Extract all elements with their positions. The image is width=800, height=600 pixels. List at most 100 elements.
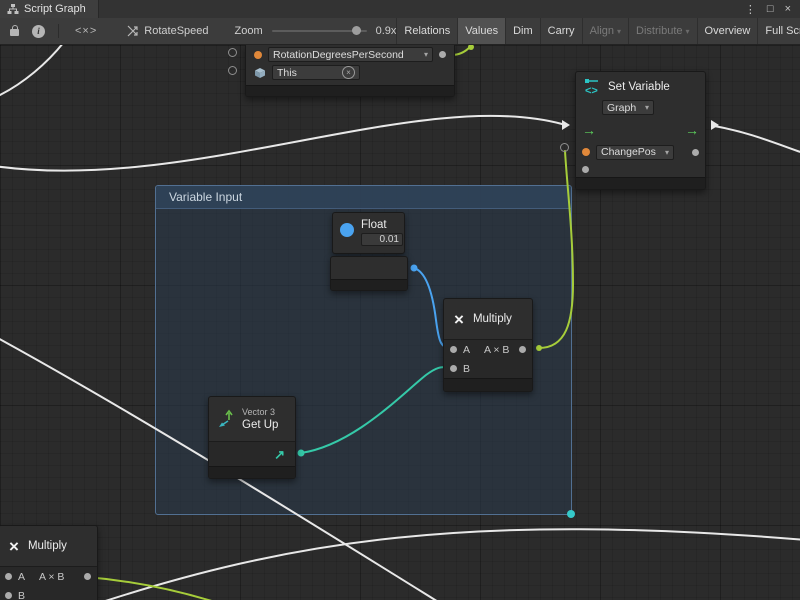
script-graph-icon <box>7 3 19 15</box>
node-float[interactable]: Float 0.01 <box>332 212 405 254</box>
window-controls: ⋮ □ × <box>745 3 800 16</box>
variable-name-dropdown[interactable]: ChangePos ▾ <box>596 145 674 160</box>
node-get-variable[interactable]: RotationDegreesPerSecond ▾ This × <box>245 45 455 97</box>
value-input-port[interactable] <box>560 143 569 152</box>
node-get-up[interactable]: Vector 3 Get Up ↗ <box>208 396 296 479</box>
group-resize-handle[interactable] <box>567 510 575 518</box>
close-icon[interactable]: × <box>785 3 791 16</box>
variable-row: RotationDegreesPerSecond ▾ <box>254 47 446 62</box>
distribute-button[interactable]: Distribute ▾ <box>628 18 696 45</box>
gameobject-cube-icon <box>254 67 266 79</box>
target-field[interactable]: This × <box>272 65 360 80</box>
variable-scope-dropdown[interactable]: Graph ▾ <box>602 100 654 115</box>
variable-port-icon[interactable] <box>254 51 262 59</box>
node-body <box>331 257 407 279</box>
maximize-icon[interactable]: □ <box>767 3 774 16</box>
set-variable-icon: <> <box>584 78 602 96</box>
port-a-label: A <box>18 571 25 583</box>
node-footer <box>209 466 295 478</box>
node-set-variable[interactable]: <> Set Variable Graph ▾ → → ChangePos ▾ <box>575 71 706 190</box>
variable-name-label: ChangePos <box>601 146 656 158</box>
variable-name-dropdown[interactable]: RotationDegreesPerSecond ▾ <box>268 47 433 62</box>
graph-toolbar: i <×> RotateSpeed Zoom 0.9x Relations Va… <box>0 18 800 45</box>
graph-asset-icon <box>127 25 139 37</box>
input-port-b[interactable] <box>450 365 457 372</box>
node-float-body[interactable] <box>330 256 408 291</box>
port-b-label: B <box>463 363 470 375</box>
values-button[interactable]: Values <box>457 18 505 45</box>
node-multiply[interactable]: × Multiply A A × B B <box>443 298 533 392</box>
node-header: Vector 3 Get Up <box>209 397 295 441</box>
node-body: ↗ <box>209 441 295 466</box>
multiply-icon: × <box>9 538 19 555</box>
info-glyph: i <box>37 26 40 36</box>
node-ports: A A × B B <box>0 566 97 600</box>
flow-in-arrow-icon[interactable]: → <box>582 123 596 137</box>
port-row-a: A A × B <box>0 567 97 586</box>
output-label: A × B <box>484 344 509 356</box>
lock-icon[interactable] <box>10 29 19 36</box>
output-port[interactable] <box>692 149 699 156</box>
caret-down-icon: ▾ <box>617 27 621 36</box>
align-button[interactable]: Align ▾ <box>582 18 628 45</box>
input-row <box>576 161 705 177</box>
tab-script-graph[interactable]: Script Graph <box>0 0 99 18</box>
dim-button[interactable]: Dim <box>505 18 540 45</box>
node-body: RotationDegreesPerSecond ▾ This × <box>246 45 454 85</box>
input-port-a[interactable] <box>450 346 457 353</box>
flow-input-port[interactable] <box>562 120 570 130</box>
output-port[interactable] <box>439 51 446 58</box>
carry-button[interactable]: Carry <box>540 18 582 45</box>
vector3-axes-icon <box>216 409 236 429</box>
node-multiply-2[interactable]: × Multiply A A × B B <box>0 525 98 600</box>
port-row-a: A A × B <box>444 340 532 359</box>
flow-out-arrow-icon[interactable]: → <box>685 123 699 137</box>
vector-output-port-icon[interactable]: ↗ <box>274 448 285 461</box>
variable-value-row: ChangePos ▾ <box>576 143 705 161</box>
node-title: Get Up <box>242 419 278 431</box>
port-a-label: A <box>463 344 470 356</box>
node-header: × Multiply <box>0 526 97 566</box>
toolbar-divider <box>58 24 59 38</box>
edit-graph-icon[interactable]: <×> <box>75 25 97 37</box>
flow-output-port[interactable] <box>711 120 719 130</box>
group-title: Variable Input <box>169 190 242 204</box>
relations-button[interactable]: Relations <box>396 18 457 45</box>
scope-label: Graph <box>607 102 636 114</box>
node-ports: A A × B B <box>444 339 532 378</box>
svg-text:<>: <> <box>585 85 598 96</box>
input-port[interactable] <box>228 48 237 57</box>
float-type-icon <box>340 223 354 237</box>
caret-down-icon: ▾ <box>420 50 428 59</box>
tab-label: Script Graph <box>24 3 86 15</box>
graph-name: RotateSpeed <box>144 25 208 37</box>
output-port[interactable] <box>519 346 526 353</box>
group-header[interactable]: Variable Input <box>156 186 571 209</box>
port-row-b: B <box>444 359 532 378</box>
overview-button[interactable]: Overview <box>697 18 758 45</box>
float-value-field[interactable]: 0.01 <box>361 233 403 246</box>
zoom-slider[interactable] <box>272 30 367 32</box>
full-screen-button[interactable]: Full Screen <box>757 18 800 45</box>
node-footer <box>444 378 532 391</box>
remove-target-icon[interactable]: × <box>342 66 355 79</box>
variable-name-label: RotationDegreesPerSecond <box>273 49 404 61</box>
node-header: × Multiply <box>444 299 532 339</box>
flow-port-row: → → <box>576 117 705 143</box>
more-menu-icon[interactable]: ⋮ <box>745 3 756 16</box>
input-port[interactable] <box>228 66 237 75</box>
node-type-label: Vector 3 <box>242 407 278 417</box>
input-port-a[interactable] <box>5 573 12 580</box>
float-value: 0.01 <box>380 234 399 245</box>
variable-port-icon[interactable] <box>582 148 590 156</box>
zoom-slider-handle[interactable] <box>352 26 361 35</box>
title-bar: Script Graph ⋮ □ × <box>0 0 800 18</box>
node-header: <> Set Variable <box>576 72 705 98</box>
node-footer <box>331 279 407 290</box>
output-port[interactable] <box>84 573 91 580</box>
input-port-b[interactable] <box>5 592 12 599</box>
info-icon[interactable]: i <box>32 25 45 38</box>
input-port[interactable] <box>582 166 589 173</box>
target-row: This × <box>254 65 446 80</box>
target-label: This <box>277 67 297 79</box>
